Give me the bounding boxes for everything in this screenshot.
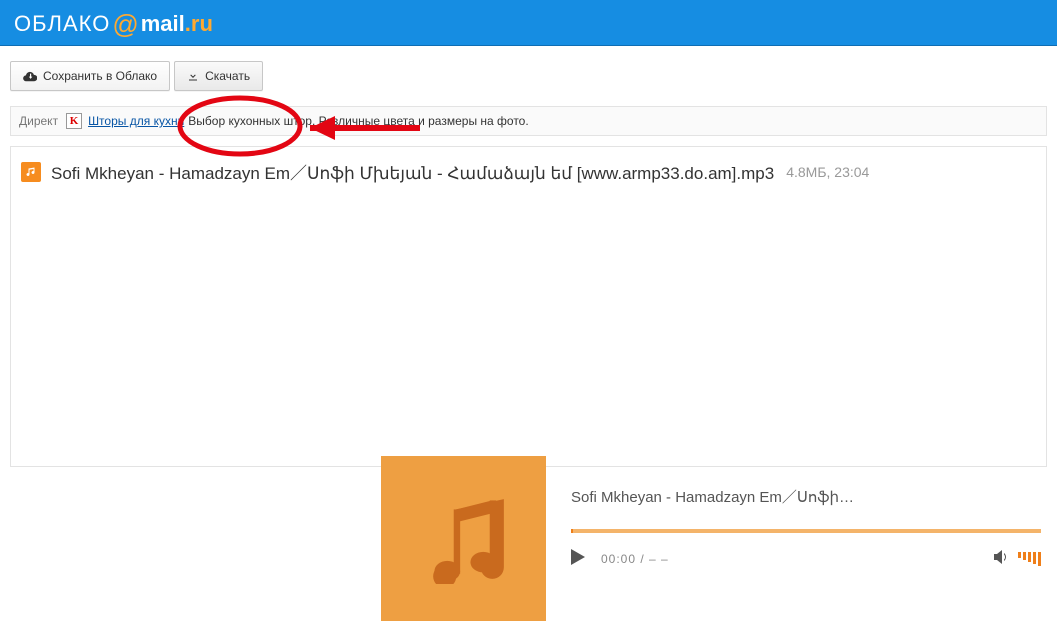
time-display: 00:00 / – – — [601, 552, 669, 566]
play-icon — [571, 549, 585, 565]
content-panel: Sofi Mkheyan - Hamadzayn Em／Սոֆի Մխեյան … — [10, 146, 1047, 467]
album-cover — [381, 456, 546, 621]
logo[interactable]: ОБЛАКО @ mail .ru — [14, 7, 213, 38]
save-button-label: Сохранить в Облако — [43, 69, 157, 83]
volume-button[interactable] — [994, 550, 1010, 567]
speaker-icon — [994, 550, 1010, 564]
ad-direkt-label: Директ — [19, 114, 58, 128]
player-controls-wrap: Sofi Mkheyan - Hamadzayn Em／Սոֆի… 00:00 … — [571, 486, 1041, 568]
save-to-cloud-button[interactable]: Сохранить в Облако — [10, 61, 170, 91]
logo-ru-text: .ru — [185, 11, 213, 37]
play-button[interactable] — [571, 549, 585, 568]
volume-level[interactable] — [1018, 552, 1041, 566]
file-name: Sofi Mkheyan - Hamadzayn Em／Սոֆի Մխեյան … — [51, 159, 774, 184]
current-time: 00:00 — [601, 552, 636, 566]
download-icon — [187, 70, 199, 82]
logo-oblako-text: ОБЛАКО — [14, 11, 110, 37]
player-controls: 00:00 / – – — [571, 549, 1041, 568]
download-button[interactable]: Скачать — [174, 61, 263, 91]
duration: – – — [649, 552, 669, 566]
file-time: 23:04 — [834, 164, 869, 180]
track-title: Sofi Mkheyan - Hamadzayn Em／Սոֆի… — [571, 486, 1041, 507]
download-button-label: Скачать — [205, 69, 250, 83]
ad-k-icon: K — [66, 113, 82, 129]
ad-text: Выбор кухонных штор. Различные цвета и р… — [188, 114, 528, 128]
app-header: ОБЛАКО @ mail .ru — [0, 0, 1057, 46]
ad-link[interactable]: Шторы для кухни — [88, 114, 184, 128]
music-file-icon — [21, 162, 41, 182]
logo-mail-text: mail — [141, 11, 185, 37]
music-note-icon — [424, 494, 504, 584]
file-size: 4.8МБ — [786, 164, 826, 180]
logo-at-sign: @ — [112, 9, 138, 40]
ad-bar: Директ K Шторы для кухни Выбор кухонных … — [10, 106, 1047, 136]
file-row: Sofi Mkheyan - Hamadzayn Em／Սոֆի Մխեյան … — [11, 147, 1046, 196]
player-area: Sofi Mkheyan - Hamadzayn Em／Սոֆի… 00:00 … — [11, 196, 1046, 466]
toolbar: Сохранить в Облако Скачать — [0, 46, 1057, 106]
file-meta: 4.8МБ, 23:04 — [786, 164, 869, 180]
cloud-download-icon — [23, 70, 37, 82]
time-separator: / — [636, 552, 649, 566]
progress-bar[interactable] — [571, 529, 1041, 533]
